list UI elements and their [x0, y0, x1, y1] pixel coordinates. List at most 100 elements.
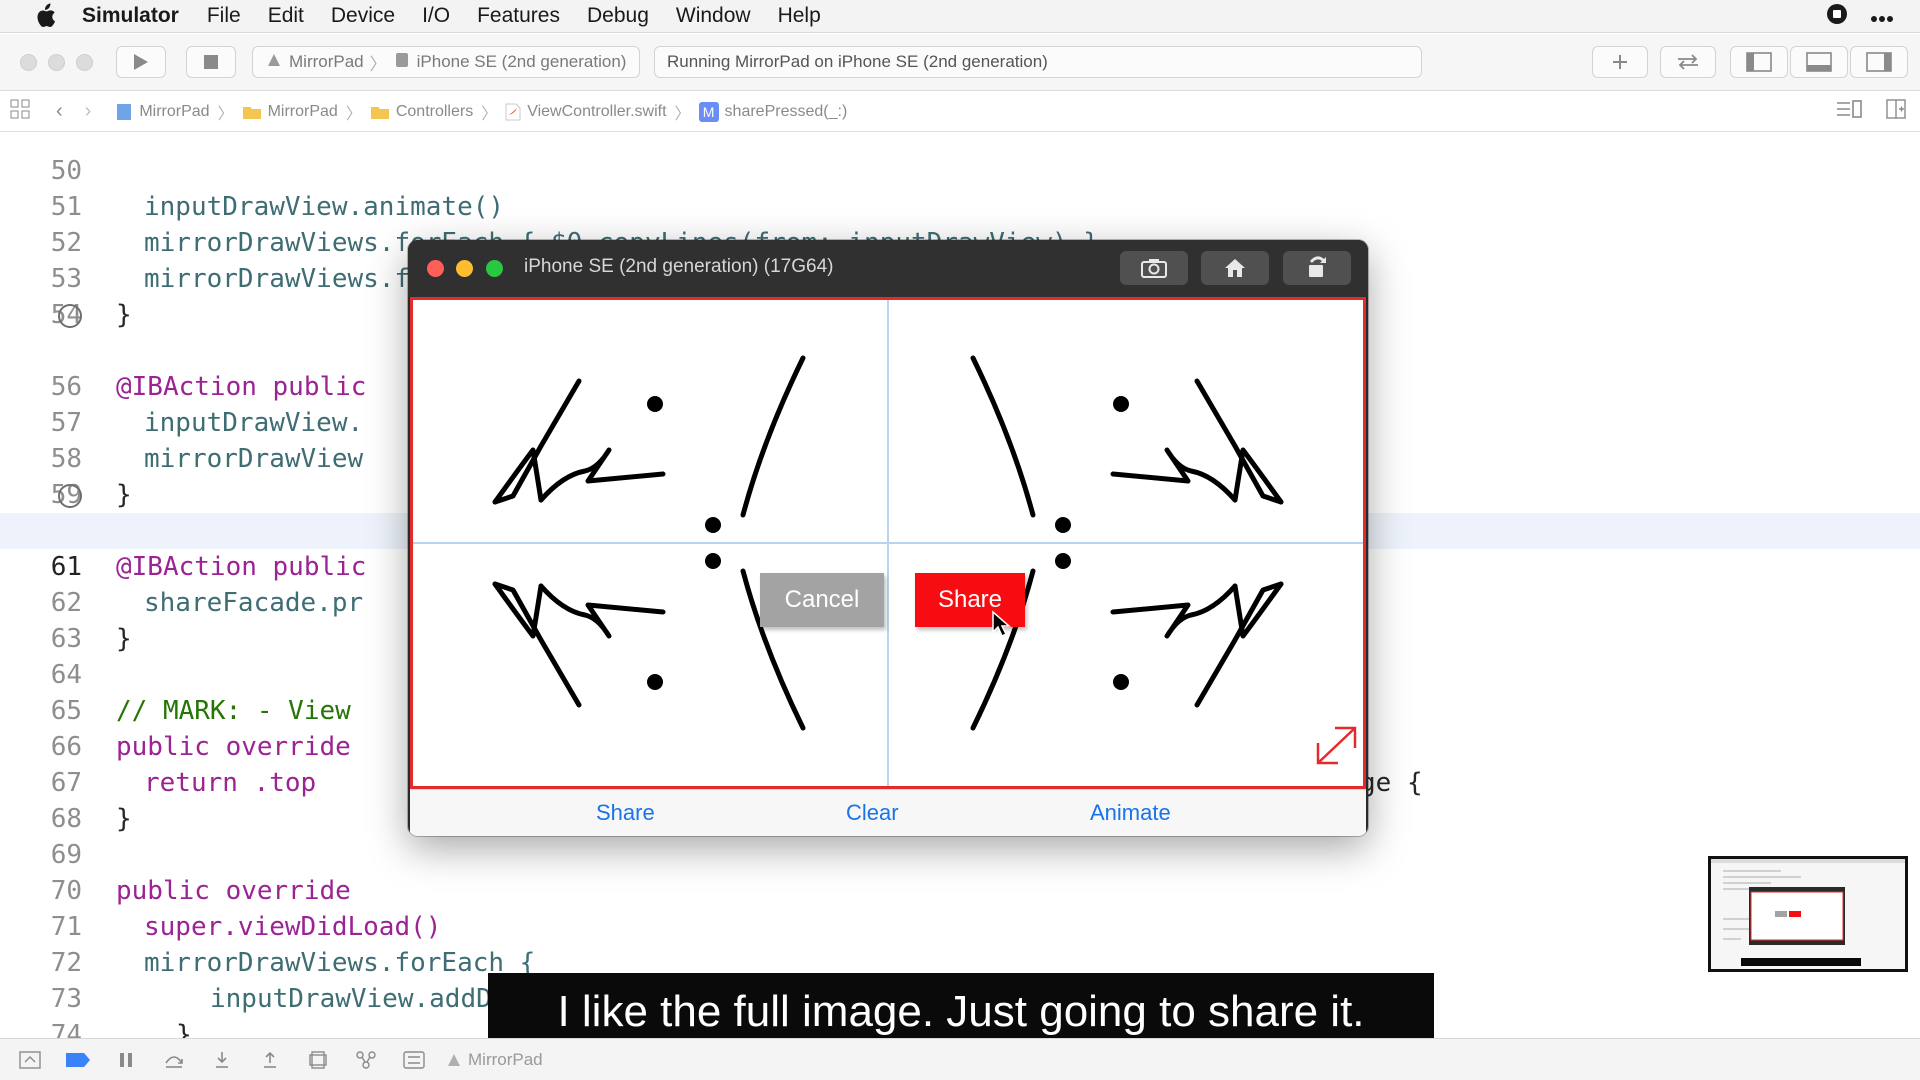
- home-icon: [1225, 259, 1245, 277]
- step-into-icon[interactable]: [204, 1046, 240, 1074]
- ib-connection-icon[interactable]: [58, 484, 82, 508]
- menu-features[interactable]: Features: [477, 4, 560, 28]
- sim-minimize-button[interactable]: [456, 260, 473, 277]
- jump-separator: 〉: [674, 105, 691, 123]
- environment-overrides-icon[interactable]: [396, 1046, 432, 1074]
- left-panel-icon: [1746, 52, 1772, 72]
- editor-options-icon[interactable]: [1836, 100, 1862, 123]
- home-button[interactable]: [1201, 251, 1269, 285]
- jump-group-label: MirrorPad: [267, 102, 338, 120]
- app-target-icon: [265, 51, 283, 74]
- window-minimize-button[interactable]: [48, 54, 65, 71]
- folder-icon: [370, 106, 389, 119]
- view-hierarchy-icon[interactable]: [300, 1046, 336, 1074]
- plus-icon: [1613, 55, 1627, 69]
- play-icon: [134, 54, 148, 70]
- bottom-panel-icon: [1806, 52, 1832, 72]
- mouse-cursor-icon: [992, 610, 1011, 638]
- cancel-button[interactable]: Cancel: [760, 573, 884, 627]
- activity-status: Running MirrorPad on iPhone SE (2nd gene…: [654, 46, 1422, 78]
- related-items-icon[interactable]: [10, 99, 30, 124]
- stop-button[interactable]: [186, 46, 236, 78]
- jump-group-controllers[interactable]: Controllers: [370, 103, 473, 121]
- sim-zoom-button[interactable]: [486, 260, 503, 277]
- menu-app-name[interactable]: Simulator: [82, 4, 179, 28]
- breakpoints-toggle-icon[interactable]: [60, 1046, 96, 1074]
- step-out-icon[interactable]: [252, 1046, 288, 1074]
- toggle-navigator-button[interactable]: [1730, 46, 1788, 78]
- arrows-swap-icon: [1678, 54, 1698, 70]
- simulator-window: iPhone SE (2nd generation) (17G64) Cance…: [408, 240, 1368, 836]
- method-icon: M: [698, 101, 719, 122]
- project-icon: [117, 103, 132, 120]
- camera-icon: [1141, 259, 1167, 278]
- sim-close-button[interactable]: [427, 260, 444, 277]
- library-button[interactable]: [1592, 46, 1648, 78]
- toggle-inspector-button[interactable]: [1850, 46, 1908, 78]
- chevron-right-icon: 〉: [369, 54, 387, 74]
- window-close-button[interactable]: [20, 54, 37, 71]
- clear-button[interactable]: Clear: [846, 800, 899, 826]
- animate-button[interactable]: Animate: [1090, 800, 1171, 826]
- simulator-title: iPhone SE (2nd generation) (17G64): [524, 256, 834, 277]
- jump-controllers-label: Controllers: [395, 102, 474, 120]
- stop-icon: [204, 55, 218, 69]
- simulator-titlebar[interactable]: iPhone SE (2nd generation) (17G64): [408, 240, 1368, 297]
- menu-io[interactable]: I/O: [422, 4, 450, 28]
- code-line: 51 mirrorDrawViews.forEach { $0.copyLine…: [0, 153, 1920, 258]
- scheme-device: iPhone SE (2nd generation): [416, 52, 627, 71]
- code-line: 70 super.viewDidLoad(): [0, 837, 1920, 942]
- app-bottom-bar: Share Clear Animate: [410, 789, 1366, 836]
- video-thumbnail-preview: [1708, 856, 1908, 972]
- debug-target-label: MirrorPad: [468, 1049, 543, 1069]
- screenshot-button[interactable]: [1120, 251, 1188, 285]
- device-screen[interactable]: Cancel Share Share Clear Animate: [410, 297, 1366, 836]
- xcode-toolbar: MirrorPad 〉 iPhone SE (2nd generation) R…: [0, 34, 1920, 91]
- menu-edit[interactable]: Edit: [268, 4, 304, 28]
- ib-connection-icon[interactable]: [58, 304, 82, 328]
- toggle-debug-area-button[interactable]: [1790, 46, 1848, 78]
- status-text: Running MirrorPad on iPhone SE (2nd gene…: [667, 52, 1048, 71]
- rotate-icon: [1309, 256, 1326, 277]
- jump-project-label: MirrorPad: [139, 102, 210, 120]
- code-line: 71 mirrorDrawViews.forEach {: [0, 873, 1920, 978]
- share-button[interactable]: Share: [596, 800, 655, 826]
- pause-icon[interactable]: [108, 1046, 144, 1074]
- run-button[interactable]: [116, 46, 166, 78]
- forward-chevron-icon[interactable]: ›: [85, 100, 92, 123]
- jump-separator: 〉: [481, 105, 498, 123]
- code-line: 72 inputDrawView.addDelegate($0): [0, 909, 1920, 1014]
- device-icon: [393, 51, 411, 74]
- add-editor-icon[interactable]: [1886, 99, 1906, 124]
- code-line: 50 inputDrawView.animate(): [0, 133, 1920, 222]
- scheme-selector[interactable]: MirrorPad 〉 iPhone SE (2nd generation): [252, 46, 640, 78]
- screen-record-icon[interactable]: [1826, 3, 1848, 31]
- jump-group-mirrorpad[interactable]: MirrorPad: [242, 103, 338, 121]
- menu-debug[interactable]: Debug: [587, 4, 649, 28]
- jump-method[interactable]: M sharePressed(_:): [698, 101, 847, 122]
- jump-bar: ‹ › MirrorPad 〉 MirrorPad 〉 Controllers …: [0, 92, 1920, 132]
- step-over-icon[interactable]: [156, 1046, 192, 1074]
- menu-help[interactable]: Help: [778, 4, 821, 28]
- window-zoom-button[interactable]: [76, 54, 93, 71]
- more-icon[interactable]: [1870, 5, 1894, 29]
- jump-project[interactable]: MirrorPad: [115, 102, 210, 121]
- jump-file-label: ViewController.swift: [527, 102, 667, 120]
- hide-debug-area-icon[interactable]: [12, 1046, 48, 1074]
- debug-target[interactable]: MirrorPad: [446, 1050, 543, 1070]
- apple-icon[interactable]: [28, 3, 62, 29]
- menu-device[interactable]: Device: [331, 4, 395, 28]
- expand-icon: [1316, 726, 1357, 765]
- rotate-button[interactable]: [1283, 251, 1351, 285]
- memory-graph-icon[interactable]: [348, 1046, 384, 1074]
- swift-file-icon: [505, 103, 521, 120]
- menu-bar: Simulator File Edit Device I/O Features …: [0, 0, 1920, 33]
- debug-bar: MirrorPad: [0, 1038, 1920, 1080]
- code-review-button[interactable]: [1660, 46, 1716, 78]
- back-chevron-icon[interactable]: ‹: [56, 100, 63, 123]
- menu-window[interactable]: Window: [676, 4, 751, 28]
- drawing-canvas[interactable]: Cancel Share: [410, 297, 1366, 789]
- jump-file[interactable]: ViewController.swift: [505, 102, 667, 121]
- menu-file[interactable]: File: [207, 4, 241, 28]
- folder-icon: [242, 106, 261, 119]
